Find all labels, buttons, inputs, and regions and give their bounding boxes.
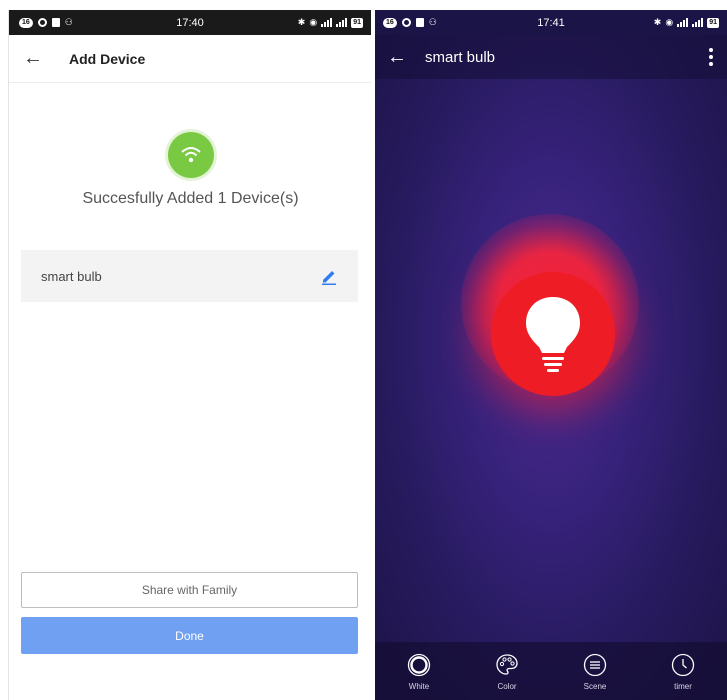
edit-pencil-icon[interactable] (320, 267, 338, 285)
status-bar: 16 ⚇ 17:40 ✱ ◉ 91 (9, 10, 371, 35)
status-time: 17:41 (537, 16, 565, 29)
done-button[interactable]: Done (21, 617, 358, 654)
scene-list-icon (583, 653, 607, 677)
share-with-family-button[interactable]: Share with Family (21, 572, 358, 608)
device-list-item[interactable]: smart bulb (21, 250, 358, 302)
tab-label: timer (674, 682, 692, 691)
status-icons-right: ✱ ◉ 91 (298, 17, 363, 28)
palette-icon (496, 654, 518, 675)
notification-badge: 16 (19, 17, 33, 28)
bluetooth-icon: ✱ (297, 17, 306, 27)
success-message: Succesfully Added 1 Device(s) (82, 190, 299, 207)
wifi-icon: ◉ (309, 17, 318, 27)
tab-timer[interactable]: timer (653, 653, 713, 691)
back-arrow-icon[interactable]: ← (387, 46, 413, 69)
record-icon (401, 18, 411, 27)
record-icon (37, 18, 47, 27)
wifi-icon: ◉ (665, 17, 674, 27)
lightbulb-icon (526, 297, 580, 372)
signal-icon-2 (336, 18, 348, 27)
device-title: smart bulb (425, 48, 496, 66)
bluetooth-icon: ✱ (653, 17, 662, 27)
bulb-control-screen: 16 ⚇ 17:41 ✱ ◉ 91 ← smart bulb White Col… (375, 10, 727, 700)
tab-label: White (408, 682, 430, 691)
sim-icon (51, 18, 60, 27)
tab-color[interactable]: Color (477, 653, 537, 691)
tab-scene[interactable]: Scene (565, 653, 625, 691)
people-icon: ⚇ (428, 17, 437, 27)
back-arrow-icon[interactable]: ← (23, 47, 49, 70)
people-icon: ⚇ (64, 17, 73, 27)
status-icons-left: 16 ⚇ (19, 17, 73, 28)
signal-icon-2 (692, 18, 704, 27)
battery-icon: 91 (707, 17, 719, 28)
status-icons-left: 16 ⚇ (383, 17, 437, 28)
wifi-icon (180, 147, 201, 163)
sim-icon (415, 18, 424, 27)
tab-label: Scene (583, 682, 607, 691)
app-header: ← Add Device (9, 35, 371, 83)
clock-icon (671, 653, 695, 677)
status-icons-right: ✱ ◉ 91 (654, 17, 719, 28)
page-title: Add Device (69, 50, 146, 67)
device-name: smart bulb (41, 268, 102, 284)
status-time: 17:40 (176, 16, 204, 29)
battery-icon: 91 (351, 17, 363, 28)
signal-icon (677, 18, 689, 27)
screenshot-stage: 16 ⚇ 17:40 ✱ ◉ 91 ← Add Device Succesful… (0, 0, 727, 700)
wifi-success-icon (167, 132, 214, 178)
tab-label: Color (497, 682, 517, 691)
bulb-power-button[interactable] (491, 272, 615, 396)
bottom-tab-bar: White Color Scene timer (375, 642, 727, 700)
tab-white[interactable]: White (389, 653, 449, 691)
status-bar: 16 ⚇ 17:41 ✱ ◉ 91 (375, 10, 727, 35)
signal-icon (321, 18, 333, 27)
add-device-screen: 16 ⚇ 17:40 ✱ ◉ 91 ← Add Device Succesful… (8, 10, 371, 700)
success-section: Succesfully Added 1 Device(s) (9, 132, 371, 208)
more-options-icon[interactable] (709, 48, 713, 69)
ring-icon (407, 653, 431, 677)
app-header: ← smart bulb (375, 35, 727, 79)
notification-badge: 16 (383, 17, 397, 28)
